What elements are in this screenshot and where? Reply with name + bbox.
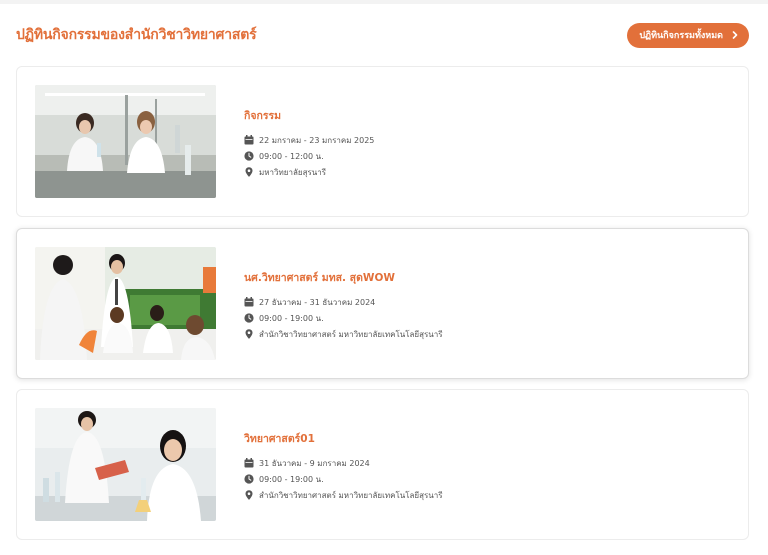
event-time: 09:00 - 19:00 น.	[244, 471, 443, 487]
calendar-icon	[244, 458, 254, 468]
top-divider	[0, 0, 768, 4]
event-time-text: 09:00 - 12:00 น.	[259, 151, 324, 161]
section-header: ปฏิทินกิจกรรมของสำนักวิชาวิทยาศาสตร์ ปฏิ…	[16, 22, 749, 48]
event-card[interactable]: นศ.วิทยาศาสตร์ มทส. สุดWOW 27 ธันวาคม - …	[16, 228, 749, 379]
chevron-right-icon	[732, 31, 738, 39]
event-location-text: สำนักวิชาวิทยาศาสตร์ มหาวิทยาลัยเทคโนโลย…	[259, 329, 443, 339]
event-location: สำนักวิชาวิทยาศาสตร์ มหาวิทยาลัยเทคโนโลย…	[244, 326, 443, 342]
event-card[interactable]: กิจกรรม 22 มกราคม - 23 มกราคม 2025 09:00…	[16, 66, 749, 217]
event-info: นศ.วิทยาศาสตร์ มทส. สุดWOW 27 ธันวาคม - …	[244, 269, 443, 342]
event-date: 22 มกราคม - 23 มกราคม 2025	[244, 132, 374, 148]
event-info: วิทยาศาสตร์01 31 ธันวาคม - 9 มกราคม 2024…	[244, 430, 443, 503]
event-date: 27 ธันวาคม - 31 ธันวาคม 2024	[244, 294, 443, 310]
event-date: 31 ธันวาคม - 9 มกราคม 2024	[244, 455, 443, 471]
event-info: กิจกรรม 22 มกราคม - 23 มกราคม 2025 09:00…	[244, 107, 374, 180]
map-pin-icon	[245, 329, 253, 339]
map-pin-icon	[245, 490, 253, 500]
all-events-button-label: ปฏิทินกิจกรรมทั้งหมด	[639, 31, 723, 41]
calendar-icon	[244, 297, 254, 307]
event-location: สำนักวิชาวิทยาศาสตร์ มหาวิทยาลัยเทคโนโลย…	[244, 487, 443, 503]
event-title[interactable]: นศ.วิทยาศาสตร์ มทส. สุดWOW	[244, 269, 443, 286]
event-time-text: 09:00 - 19:00 น.	[259, 474, 324, 484]
clock-icon	[244, 313, 254, 323]
event-title[interactable]: วิทยาศาสตร์01	[244, 430, 443, 447]
all-events-button[interactable]: ปฏิทินกิจกรรมทั้งหมด	[627, 22, 749, 48]
event-title[interactable]: กิจกรรม	[244, 107, 374, 124]
event-time-text: 09:00 - 19:00 น.	[259, 313, 324, 323]
event-card[interactable]: วิทยาศาสตร์01 31 ธันวาคม - 9 มกราคม 2024…	[16, 389, 749, 540]
page-title: ปฏิทินกิจกรรมของสำนักวิชาวิทยาศาสตร์	[16, 27, 257, 43]
clock-icon	[244, 151, 254, 161]
event-time: 09:00 - 19:00 น.	[244, 310, 443, 326]
event-image[interactable]	[35, 85, 216, 198]
event-time: 09:00 - 12:00 น.	[244, 148, 374, 164]
event-date-text: 31 ธันวาคม - 9 มกราคม 2024	[259, 458, 370, 468]
event-image[interactable]	[35, 247, 216, 360]
event-location-text: สำนักวิชาวิทยาศาสตร์ มหาวิทยาลัยเทคโนโลย…	[259, 490, 443, 500]
calendar-icon	[244, 135, 254, 145]
event-date-text: 22 มกราคม - 23 มกราคม 2025	[259, 135, 375, 145]
clock-icon	[244, 474, 254, 484]
event-date-text: 27 ธันวาคม - 31 ธันวาคม 2024	[259, 297, 376, 307]
event-location-text: มหาวิทยาลัยสุรนารี	[259, 167, 327, 177]
event-image[interactable]	[35, 408, 216, 521]
map-pin-icon	[245, 167, 253, 177]
event-location: มหาวิทยาลัยสุรนารี	[244, 164, 374, 180]
